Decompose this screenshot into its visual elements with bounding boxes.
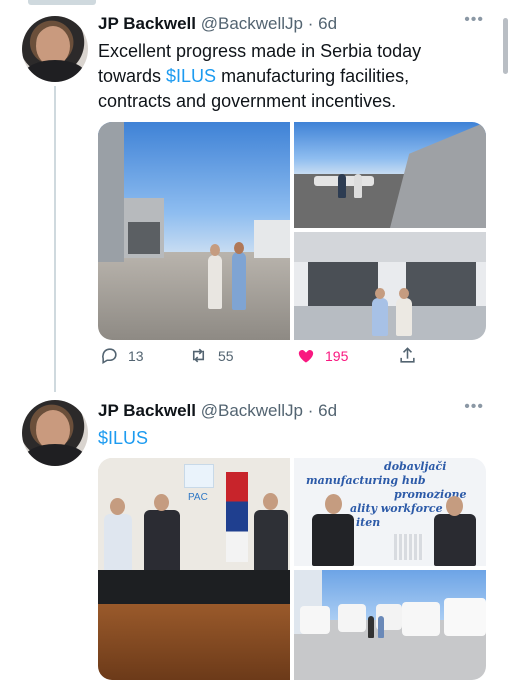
reply-count: 13 bbox=[128, 347, 144, 364]
photo-3[interactable] bbox=[294, 232, 486, 340]
photo-grid bbox=[98, 122, 486, 340]
photo-1[interactable] bbox=[98, 122, 290, 340]
photo-4[interactable]: PAC bbox=[98, 458, 290, 680]
wall-sign-line: ality workforce bbox=[350, 502, 443, 515]
author-name[interactable]: JP Backwell bbox=[98, 14, 196, 33]
like-icon bbox=[298, 350, 314, 363]
tweet-time[interactable]: · 6d bbox=[308, 401, 337, 420]
cashtag-link[interactable]: $ILUS bbox=[98, 428, 148, 448]
photo-5[interactable]: dobavljači manufacturing hub promozione … bbox=[294, 458, 486, 566]
reply-button[interactable]: 13 bbox=[100, 346, 144, 365]
author-avatar[interactable] bbox=[22, 400, 88, 466]
tweet-header: JP Backwell @BackwellJp · 6d bbox=[98, 400, 337, 422]
author-name[interactable]: JP Backwell bbox=[98, 401, 196, 420]
retweet-count: 55 bbox=[218, 347, 234, 364]
like-count: 195 bbox=[325, 347, 349, 364]
wall-sign-line: manufacturing hub bbox=[306, 474, 426, 487]
more-icon[interactable]: ••• bbox=[464, 398, 484, 416]
photo-2[interactable] bbox=[294, 122, 486, 228]
tweet-actions: 13 55 195 bbox=[100, 346, 430, 372]
wall-sign-line: dobavljači bbox=[384, 460, 447, 473]
author-handle[interactable]: @BackwellJp bbox=[201, 14, 303, 33]
like-button[interactable]: 195 bbox=[296, 346, 348, 365]
wall-sign-line: iten bbox=[356, 516, 381, 529]
share-icon bbox=[400, 347, 415, 363]
tweet-header: JP Backwell @BackwellJp · 6d bbox=[98, 13, 337, 35]
author-avatar[interactable] bbox=[22, 16, 88, 82]
author-handle[interactable]: @BackwellJp bbox=[201, 401, 303, 420]
tweet-time[interactable]: · 6d bbox=[308, 14, 337, 33]
share-button[interactable] bbox=[398, 346, 426, 365]
more-icon[interactable]: ••• bbox=[464, 11, 484, 29]
tweet-1[interactable]: JP Backwell @BackwellJp · 6d ••• Excelle… bbox=[0, 0, 510, 395]
tweet-text: Excellent progress made in Serbia today … bbox=[98, 39, 478, 114]
tweet-2[interactable]: JP Backwell @BackwellJp · 6d ••• $ILUS P… bbox=[0, 395, 510, 680]
reply-icon bbox=[102, 348, 117, 365]
cashtag-link[interactable]: $ILUS bbox=[166, 66, 216, 86]
retweet-icon bbox=[192, 348, 205, 363]
tweet-text: $ILUS bbox=[98, 426, 478, 451]
retweet-button[interactable]: 55 bbox=[188, 346, 234, 365]
photo-6[interactable] bbox=[294, 570, 486, 680]
photo-grid: PAC dobavljači manufacturing hub promozi… bbox=[98, 458, 486, 680]
pac-logo-text: PAC bbox=[188, 492, 208, 503]
